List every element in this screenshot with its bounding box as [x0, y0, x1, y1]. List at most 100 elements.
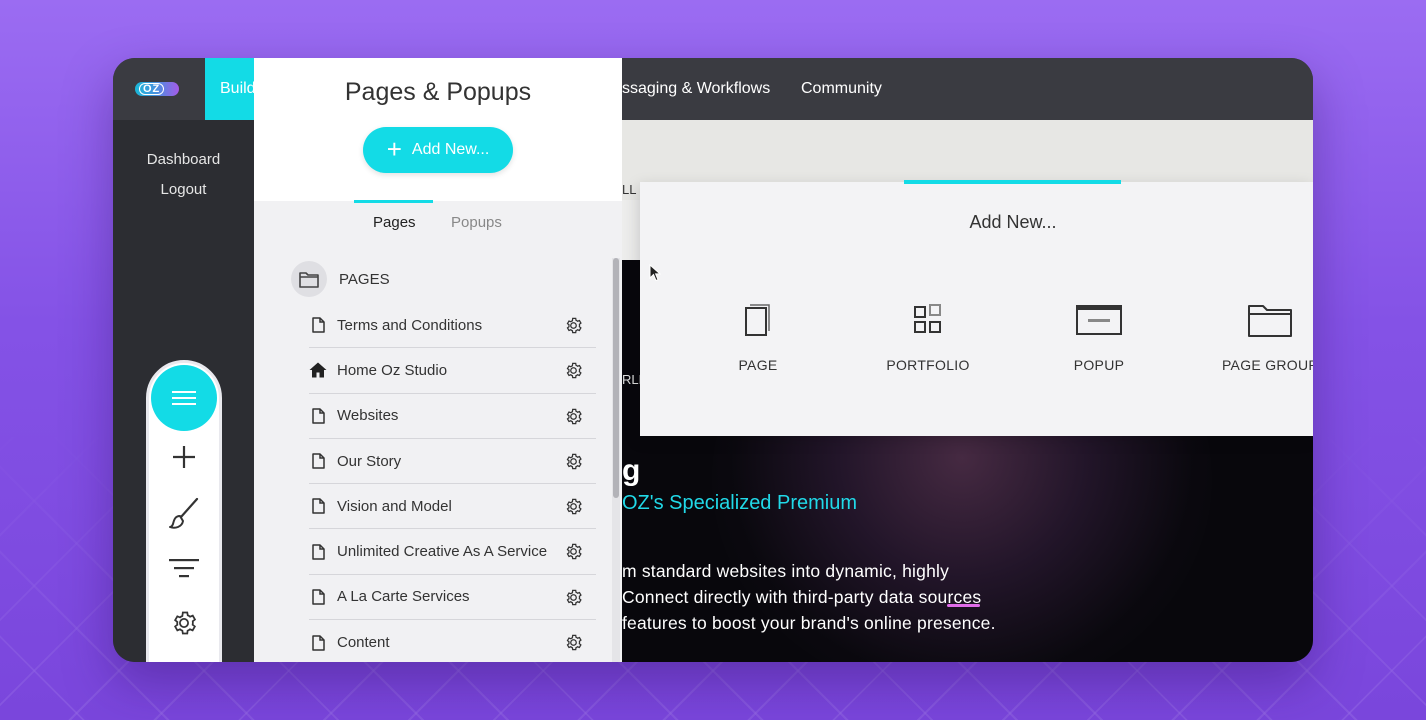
folder-icon: [1248, 305, 1292, 337]
panel-header: Pages & Popups + Add New...: [254, 58, 622, 201]
popover-accent-bar: [904, 180, 1121, 184]
nav-community[interactable]: Community: [801, 80, 882, 98]
cropped-nav-text: LL: [622, 182, 637, 197]
pages-popups-panel: Pages & Popups + Add New... Pages Popups…: [254, 58, 622, 662]
page-item-label: Our Story: [337, 452, 402, 470]
settings-button[interactable]: [149, 603, 219, 643]
nav-messaging-workflows[interactable]: ssaging & Workflows: [622, 80, 770, 98]
page-list-item[interactable]: Content: [309, 620, 596, 662]
page-icon: [311, 317, 325, 333]
page-icon: [309, 634, 327, 652]
tab-pages[interactable]: Pages: [373, 214, 416, 231]
pages-folder[interactable]: PAGES: [291, 261, 390, 297]
page-settings-button[interactable]: [564, 316, 583, 340]
page-item-label: Websites: [337, 407, 399, 425]
oz-logo[interactable]: OZ: [135, 82, 179, 96]
mouse-cursor-icon: [649, 264, 661, 282]
page-item-label: Unlimited Creative As A Service: [337, 543, 548, 561]
page-list-item[interactable]: Vision and Model: [309, 484, 596, 530]
home-icon: [309, 362, 327, 378]
plus-icon: [173, 446, 195, 468]
gear-icon: [566, 317, 582, 334]
gear-icon: [566, 408, 582, 424]
panel-scrollbar[interactable]: [612, 258, 620, 662]
gear-icon: [566, 589, 582, 606]
page-icon: [311, 498, 325, 515]
preview-button[interactable]: [149, 659, 219, 662]
left-sidebar: Dashboard Logout: [113, 120, 254, 662]
page-settings-button[interactable]: [564, 588, 583, 612]
page-icon: [309, 452, 327, 470]
menu-button[interactable]: [151, 365, 217, 431]
hero-body-line-2: Connect directly with third-party data s…: [622, 587, 982, 607]
page-icon: [309, 543, 327, 561]
page-item-label: Terms and Conditions: [337, 316, 483, 334]
active-tab-indicator: [354, 200, 433, 203]
page-icon: [311, 589, 325, 605]
page-list-item[interactable]: Terms and Conditions: [309, 303, 596, 349]
popup-icon: [1076, 305, 1122, 335]
add-popup-option[interactable]: POPUP: [1024, 300, 1174, 373]
panel-title: Pages & Popups: [344, 78, 532, 106]
page-settings-button[interactable]: [564, 452, 583, 476]
design-button[interactable]: [149, 493, 219, 533]
hero-divider: [947, 604, 980, 607]
hero-heading-cropped: g: [622, 454, 641, 487]
gear-icon: [566, 498, 582, 515]
gear-icon: [566, 634, 582, 651]
page-list-item[interactable]: Our Story: [309, 439, 596, 485]
hero-subheading: OZ's Specialized Premium: [622, 492, 857, 514]
filter-button[interactable]: [149, 549, 219, 589]
folder-label: PAGES: [339, 270, 390, 288]
gear-icon: [566, 544, 582, 560]
page-icon: [309, 407, 327, 425]
page-item-label: Vision and Model: [337, 497, 452, 515]
add-page-option[interactable]: PAGE: [683, 300, 833, 373]
brush-icon: [169, 497, 199, 529]
page-icon: [745, 304, 770, 336]
popover-title: Add New...: [969, 212, 1057, 232]
hero-body-line-1: m standard websites into dynamic, highly: [622, 561, 950, 581]
gear-icon: [173, 611, 197, 635]
page-list-item[interactable]: Unlimited Creative As A Service: [309, 529, 596, 575]
page-icon: [311, 407, 325, 424]
page-item-label: Content: [337, 634, 390, 652]
add-page-group-option[interactable]: PAGE GROUP: [1195, 300, 1313, 373]
page-item-label: A La Carte Services: [337, 588, 470, 606]
add-portfolio-option[interactable]: PORTFOLIO: [853, 300, 1003, 373]
add-new-button[interactable]: + Add New...: [363, 127, 513, 173]
menu-icon: [172, 391, 196, 405]
page-icon: [309, 588, 327, 606]
gear-icon: [566, 363, 582, 379]
add-element-button[interactable]: [149, 437, 219, 477]
app-window: OZ Build ssaging & Workflows Community D…: [113, 58, 1313, 662]
page-settings-button[interactable]: [564, 361, 583, 385]
filter-icon: [169, 559, 199, 578]
page-settings-button[interactable]: [564, 633, 583, 657]
scrollbar-thumb[interactable]: [613, 258, 619, 498]
page-icon: [311, 634, 325, 651]
page-icon: [311, 543, 325, 560]
page-list: Terms and Conditions Home Oz Studio Websit…: [309, 303, 596, 662]
folder-icon: [299, 271, 319, 288]
tab-popups[interactable]: Popups: [451, 214, 502, 231]
page-icon: [309, 497, 327, 515]
page-settings-button[interactable]: [564, 542, 583, 566]
builder-toolbar: [146, 360, 222, 662]
dashboard-link[interactable]: Dashboard: [113, 151, 254, 168]
home-icon: [309, 361, 327, 379]
page-item-label: Home Oz Studio: [337, 361, 448, 379]
page-settings-button[interactable]: [564, 497, 583, 521]
plus-icon: +: [386, 133, 402, 164]
page-list-item[interactable]: Home Oz Studio: [309, 348, 596, 394]
page-settings-button[interactable]: [564, 407, 583, 431]
page-icon: [311, 453, 325, 469]
add-new-popover: Add New... PAGE PORTFOLIO POPUP PAGE GRO…: [640, 180, 1313, 436]
logout-link[interactable]: Logout: [113, 181, 254, 198]
page-list-item[interactable]: Websites: [309, 394, 596, 439]
page-list-item[interactable]: A La Carte Services: [309, 575, 596, 621]
page-icon: [309, 316, 327, 334]
hero-body-line-3: features to boost your brand's online pr…: [622, 613, 996, 633]
portfolio-icon: [914, 304, 941, 333]
gear-icon: [566, 453, 582, 470]
